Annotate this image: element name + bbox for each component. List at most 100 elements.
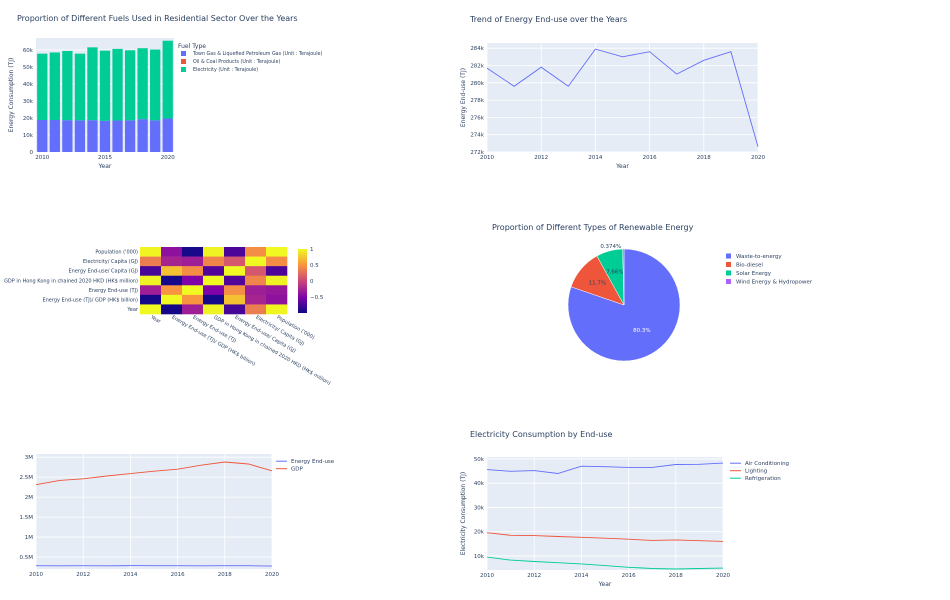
bar-segment xyxy=(37,53,48,121)
heatmap-cell xyxy=(266,285,288,296)
y-tick-label: 3M xyxy=(25,455,33,461)
x-axis-title: Year xyxy=(615,163,629,170)
renewable-pie-chart: 80.3% 11.7%7.66% 0.374% Waste-to-energy Bio-… xyxy=(567,244,813,362)
y-tick-label: 276k xyxy=(470,115,484,121)
bar-segment xyxy=(49,120,60,152)
bar-segment xyxy=(162,40,173,119)
y-tick-label: 278k xyxy=(470,98,484,104)
heatmap-cell xyxy=(245,247,267,257)
heatmap-cell xyxy=(161,285,183,296)
y-tick-label: 10k xyxy=(474,554,485,560)
legend-label: Bio-diesel xyxy=(736,263,763,269)
x-tick-label: 2010 xyxy=(480,573,494,579)
heatmap-cell xyxy=(161,266,183,277)
legend-label: Wind Energy & Hydropower xyxy=(736,280,813,286)
heatmap-cell xyxy=(245,285,267,296)
heatmap-cell xyxy=(203,247,225,257)
x-tick-label: 2010 xyxy=(480,155,494,161)
x-tick-label: 2016 xyxy=(622,573,636,579)
colorbar-tick-label: −0.5 xyxy=(310,295,324,301)
y-tick-label: 30k xyxy=(23,99,34,105)
heatmap-cell xyxy=(266,294,288,305)
heatmap-cell xyxy=(266,275,288,286)
bar-segment xyxy=(74,120,86,152)
bar-segment xyxy=(137,119,148,152)
slice-label: 11.7% xyxy=(589,281,606,287)
bar-segment xyxy=(112,48,123,121)
heatmap-cell xyxy=(140,256,162,267)
row-label: GDP in Hong Kong in chained 2020 HKD (HK… xyxy=(4,278,138,284)
y-axis-title: Electricity Consumption (TJ) xyxy=(460,472,467,555)
heatmap-cell xyxy=(161,247,183,257)
x-tick-label: 2020 xyxy=(161,155,175,161)
heatmap-cell xyxy=(203,275,225,286)
y-tick-label: 30k xyxy=(474,505,485,511)
x-tick-label: 2016 xyxy=(171,572,185,578)
y-tick-label: 0.5M xyxy=(20,555,34,561)
heatmap-cell xyxy=(224,256,246,267)
x-tick-label: 2015 xyxy=(98,155,112,161)
x-tick-label: 2010 xyxy=(35,155,49,161)
y-tick-label: 274k xyxy=(470,133,484,139)
x-tick-label: 2012 xyxy=(527,573,541,579)
legend-title: Fuel Type xyxy=(178,43,206,50)
heatmap-cell xyxy=(266,247,288,257)
heatmap-cell xyxy=(182,285,204,296)
x-tick-label: 2018 xyxy=(697,155,711,161)
legend-label: Air Conditioning xyxy=(745,461,789,467)
fuel-bar-chart: 0 10k 20k 30k 40k 50k 60k 2010 2015 2020 Year Energ… xyxy=(8,38,322,170)
y-tick-label: 1M xyxy=(25,535,33,541)
row-label: Energy End-use (TJ)/ GDP (HK$ billion) xyxy=(42,297,138,303)
heatmap-cell xyxy=(245,294,267,305)
heatmap-cell xyxy=(182,275,204,286)
x-tick-label: 2014 xyxy=(574,573,588,579)
x-tick-label: 2018 xyxy=(218,572,232,578)
series-line xyxy=(35,565,273,567)
heatmap-cell xyxy=(224,294,246,305)
bar-segment xyxy=(150,120,161,152)
x-tick-label: 2010 xyxy=(29,572,43,578)
y-tick-label: 50k xyxy=(474,457,485,463)
x-axis-title: Year xyxy=(598,581,612,588)
heatmap-cell xyxy=(224,304,246,315)
legend-label: Solar Energy xyxy=(736,271,772,277)
y-tick-label: 40k xyxy=(23,82,34,88)
heatmap-cell xyxy=(245,266,267,277)
bar-segment xyxy=(112,120,123,152)
heatmap-cell xyxy=(203,285,225,296)
heatmap-cell xyxy=(266,256,288,267)
row-label: Energy End-use (TJ) xyxy=(89,288,138,294)
y-tick-label: 0 xyxy=(30,150,34,156)
correlation-heatmap: Population ('000) Electricity/ Capita (GJ… xyxy=(4,247,332,387)
x-tick-label: 2020 xyxy=(751,155,765,161)
electricity-line-chart: 10k 20k 30k 40k 50k 2010 2012 2014 2016 2018 2020 Y… xyxy=(460,457,789,588)
x-tick-label: 2012 xyxy=(76,572,90,578)
enduse-line-chart: 272k274k276k278k280k282k284k2010 2012 2014… xyxy=(460,43,765,170)
heatmap-cell xyxy=(161,304,183,315)
bar-segment xyxy=(99,120,111,152)
legend-label: GDP xyxy=(291,467,303,473)
colorbar xyxy=(298,249,307,313)
slice-label: 7.66% xyxy=(606,269,623,275)
heatmap-cell xyxy=(140,294,162,305)
column-label: Year xyxy=(149,314,163,325)
x-tick-label: 2012 xyxy=(534,155,548,161)
legend-swatch xyxy=(726,262,731,267)
legend-label: Town Gas & Liquefied Petroleum Gas (Unit… xyxy=(192,51,322,57)
plot-area xyxy=(487,43,758,152)
y-tick-label: 282k xyxy=(470,63,484,69)
heatmap-cell xyxy=(224,266,246,277)
x-tick-label: 2020 xyxy=(716,573,730,579)
legend-label: Oil & Coal Products (Unit : Terajoule) xyxy=(193,59,280,65)
heatmap-cell xyxy=(140,285,162,296)
y-tick-label: 280k xyxy=(470,81,484,87)
legend-swatch xyxy=(181,67,186,72)
y-tick-label: 40k xyxy=(474,481,485,487)
legend-swatch xyxy=(181,59,186,64)
row-label: Energy End-use/ Capita (GJ) xyxy=(68,269,138,275)
y-tick-label: 10k xyxy=(23,133,34,139)
y-tick-label: 2.5M xyxy=(20,475,34,481)
y-axis-title: Energy End-use (TJ) xyxy=(460,68,467,127)
y-tick-label: 1.5M xyxy=(20,515,34,521)
heatmap-cell xyxy=(245,304,267,315)
